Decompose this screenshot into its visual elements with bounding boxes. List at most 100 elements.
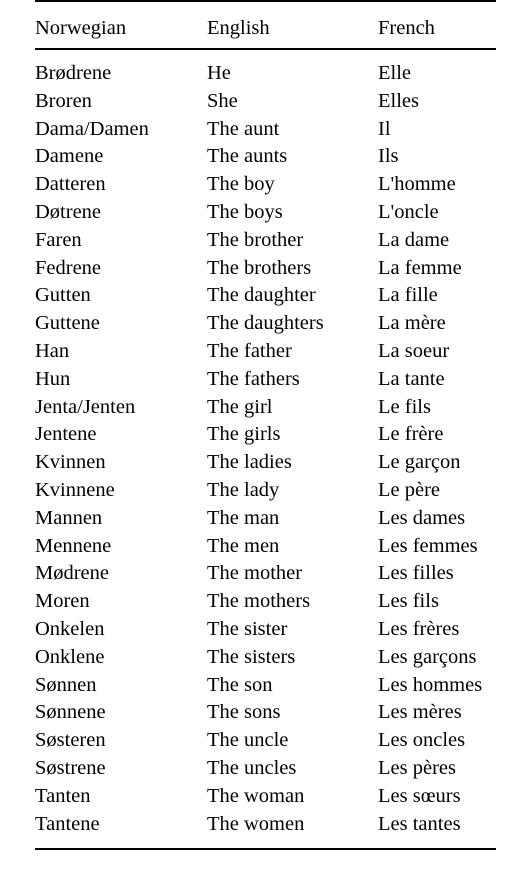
table-cell: Søsteren <box>35 729 106 752</box>
table-cell: The son <box>207 673 273 696</box>
table-cell: La fille <box>378 284 438 307</box>
language-table-container: Norwegian English French Brødrene He Elle B… <box>35 0 496 851</box>
table-cell: Onkelen <box>35 617 105 640</box>
table-header-row: Norwegian English French <box>35 0 496 50</box>
table-cell: The uncles <box>207 756 297 779</box>
table-cell: Tantene <box>35 810 207 851</box>
table-row: Onkelen The sister Les frères <box>35 616 496 644</box>
table-cell: Les femmes <box>378 534 478 557</box>
table-row: Damene The aunts Ils <box>35 143 496 171</box>
table-row: Datteren The boy L'homme <box>35 171 496 199</box>
table-cell: La soeur <box>378 339 450 362</box>
table-row: Han The father La soeur <box>35 338 496 366</box>
table-row: Faren The brother La dame <box>35 227 496 255</box>
table-cell: The daughter <box>207 284 316 307</box>
table-cell: Døtrene <box>35 200 102 223</box>
table-cell: He <box>207 62 231 84</box>
table-body: Brødrene He Elle Broren She Elles Dama/Damen Th… <box>35 49 496 851</box>
table-row: Brødrene He Elle <box>35 49 496 88</box>
table-row: Kvinnene The lady Le père <box>35 477 496 505</box>
table-cell: Jentene <box>35 423 97 446</box>
table-cell: The women <box>207 810 378 851</box>
table-row: Sønnene The sons Les mères <box>35 699 496 727</box>
table-cell: Les oncles <box>378 729 466 752</box>
table-cell: Han <box>35 339 70 362</box>
table-row: Tantene The women Les tantes <box>35 810 496 851</box>
table-cell: The father <box>207 339 292 362</box>
table-row: Mennene The men Les femmes <box>35 533 496 561</box>
table-cell: Dama/Damen <box>35 117 149 140</box>
table-cell: La dame <box>378 228 450 251</box>
table-cell: Brødrene <box>35 62 112 84</box>
table-header: Norwegian English French <box>35 0 496 50</box>
table-cell: Moren <box>35 590 90 613</box>
table-cell: The mothers <box>207 590 311 613</box>
table-cell: Les mères <box>378 701 462 724</box>
table-cell: The mother <box>207 562 303 585</box>
table-cell: Sønnene <box>35 701 106 724</box>
table-cell: Kvinnene <box>35 478 115 501</box>
table-cell: Il <box>378 117 391 140</box>
table-cell: Les tantes <box>378 810 496 851</box>
table-cell: The sister <box>207 617 288 640</box>
table-cell: The boy <box>207 173 275 196</box>
table-cell: The girls <box>207 423 281 446</box>
table-row: Hun The fathers La tante <box>35 366 496 394</box>
table-row: Jenta/Jenten The girl Le fils <box>35 394 496 422</box>
table-cell: Les pères <box>378 756 456 779</box>
table-row: Tanten The woman Les sœurs <box>35 783 496 811</box>
table-row: Fedrene The brothers La femme <box>35 255 496 283</box>
table-row: Kvinnen The ladies Le garçon <box>35 449 496 477</box>
table-cell: Ils <box>378 145 399 168</box>
column-header-english: English <box>207 0 378 50</box>
table-row: Broren She Elles <box>35 88 496 116</box>
table-cell: Onklene <box>35 645 105 668</box>
table-cell: Mødrene <box>35 562 110 585</box>
column-header-norwegian: Norwegian <box>35 0 207 50</box>
table-cell: Faren <box>35 228 82 251</box>
table-cell: Søstrene <box>35 756 106 779</box>
column-header-french: French <box>378 0 496 50</box>
table-cell: The men <box>207 534 280 557</box>
table-cell: Les frères <box>378 617 460 640</box>
table-cell: The man <box>207 506 280 529</box>
vocabulary-table: Norwegian English French Brødrene He Elle B… <box>35 0 496 851</box>
table-cell: La femme <box>378 256 462 279</box>
table-cell: Le garçon <box>378 451 461 474</box>
table-cell: The woman <box>207 784 305 807</box>
table-cell: Mennene <box>35 534 112 557</box>
table-row: Onklene The sisters Les garçons <box>35 644 496 672</box>
table-cell: L'homme <box>378 173 456 196</box>
table-row: Søsteren The uncle Les oncles <box>35 727 496 755</box>
table-row: Guttene The daughters La mère <box>35 310 496 338</box>
table-row: Døtrene The boys L'oncle <box>35 199 496 227</box>
table-cell: Les sœurs <box>378 784 461 807</box>
table-cell: The aunt <box>207 117 280 140</box>
table-cell: Damene <box>35 145 104 168</box>
table-cell: The daughters <box>207 312 324 335</box>
table-row: Dama/Damen The aunt Il <box>35 116 496 144</box>
table-cell: Sønnen <box>35 673 97 696</box>
table-cell: Hun <box>35 367 71 390</box>
table-cell: Mannen <box>35 506 103 529</box>
table-cell: Gutten <box>35 284 91 307</box>
table-row: Moren The mothers Les fils <box>35 588 496 616</box>
table-cell: Elles <box>378 89 419 112</box>
table-cell: The uncle <box>207 729 289 752</box>
table-cell: L'oncle <box>378 200 439 223</box>
table-cell: She <box>207 89 238 112</box>
table-cell: Elle <box>378 62 412 84</box>
table-cell: Le fils <box>378 395 431 418</box>
table-cell: La mère <box>378 312 446 335</box>
table-cell: The fathers <box>207 367 300 390</box>
table-cell: The ladies <box>207 451 292 474</box>
table-cell: Les garçons <box>378 645 477 668</box>
table-row: Søstrene The uncles Les pères <box>35 755 496 783</box>
table-cell: The brothers <box>207 256 312 279</box>
table-cell: La tante <box>378 367 445 390</box>
table-cell: The brother <box>207 228 304 251</box>
table-cell: Tanten <box>35 784 91 807</box>
table-cell: The boys <box>207 200 283 223</box>
table-cell: The sisters <box>207 645 296 668</box>
table-cell: Le père <box>378 478 441 501</box>
